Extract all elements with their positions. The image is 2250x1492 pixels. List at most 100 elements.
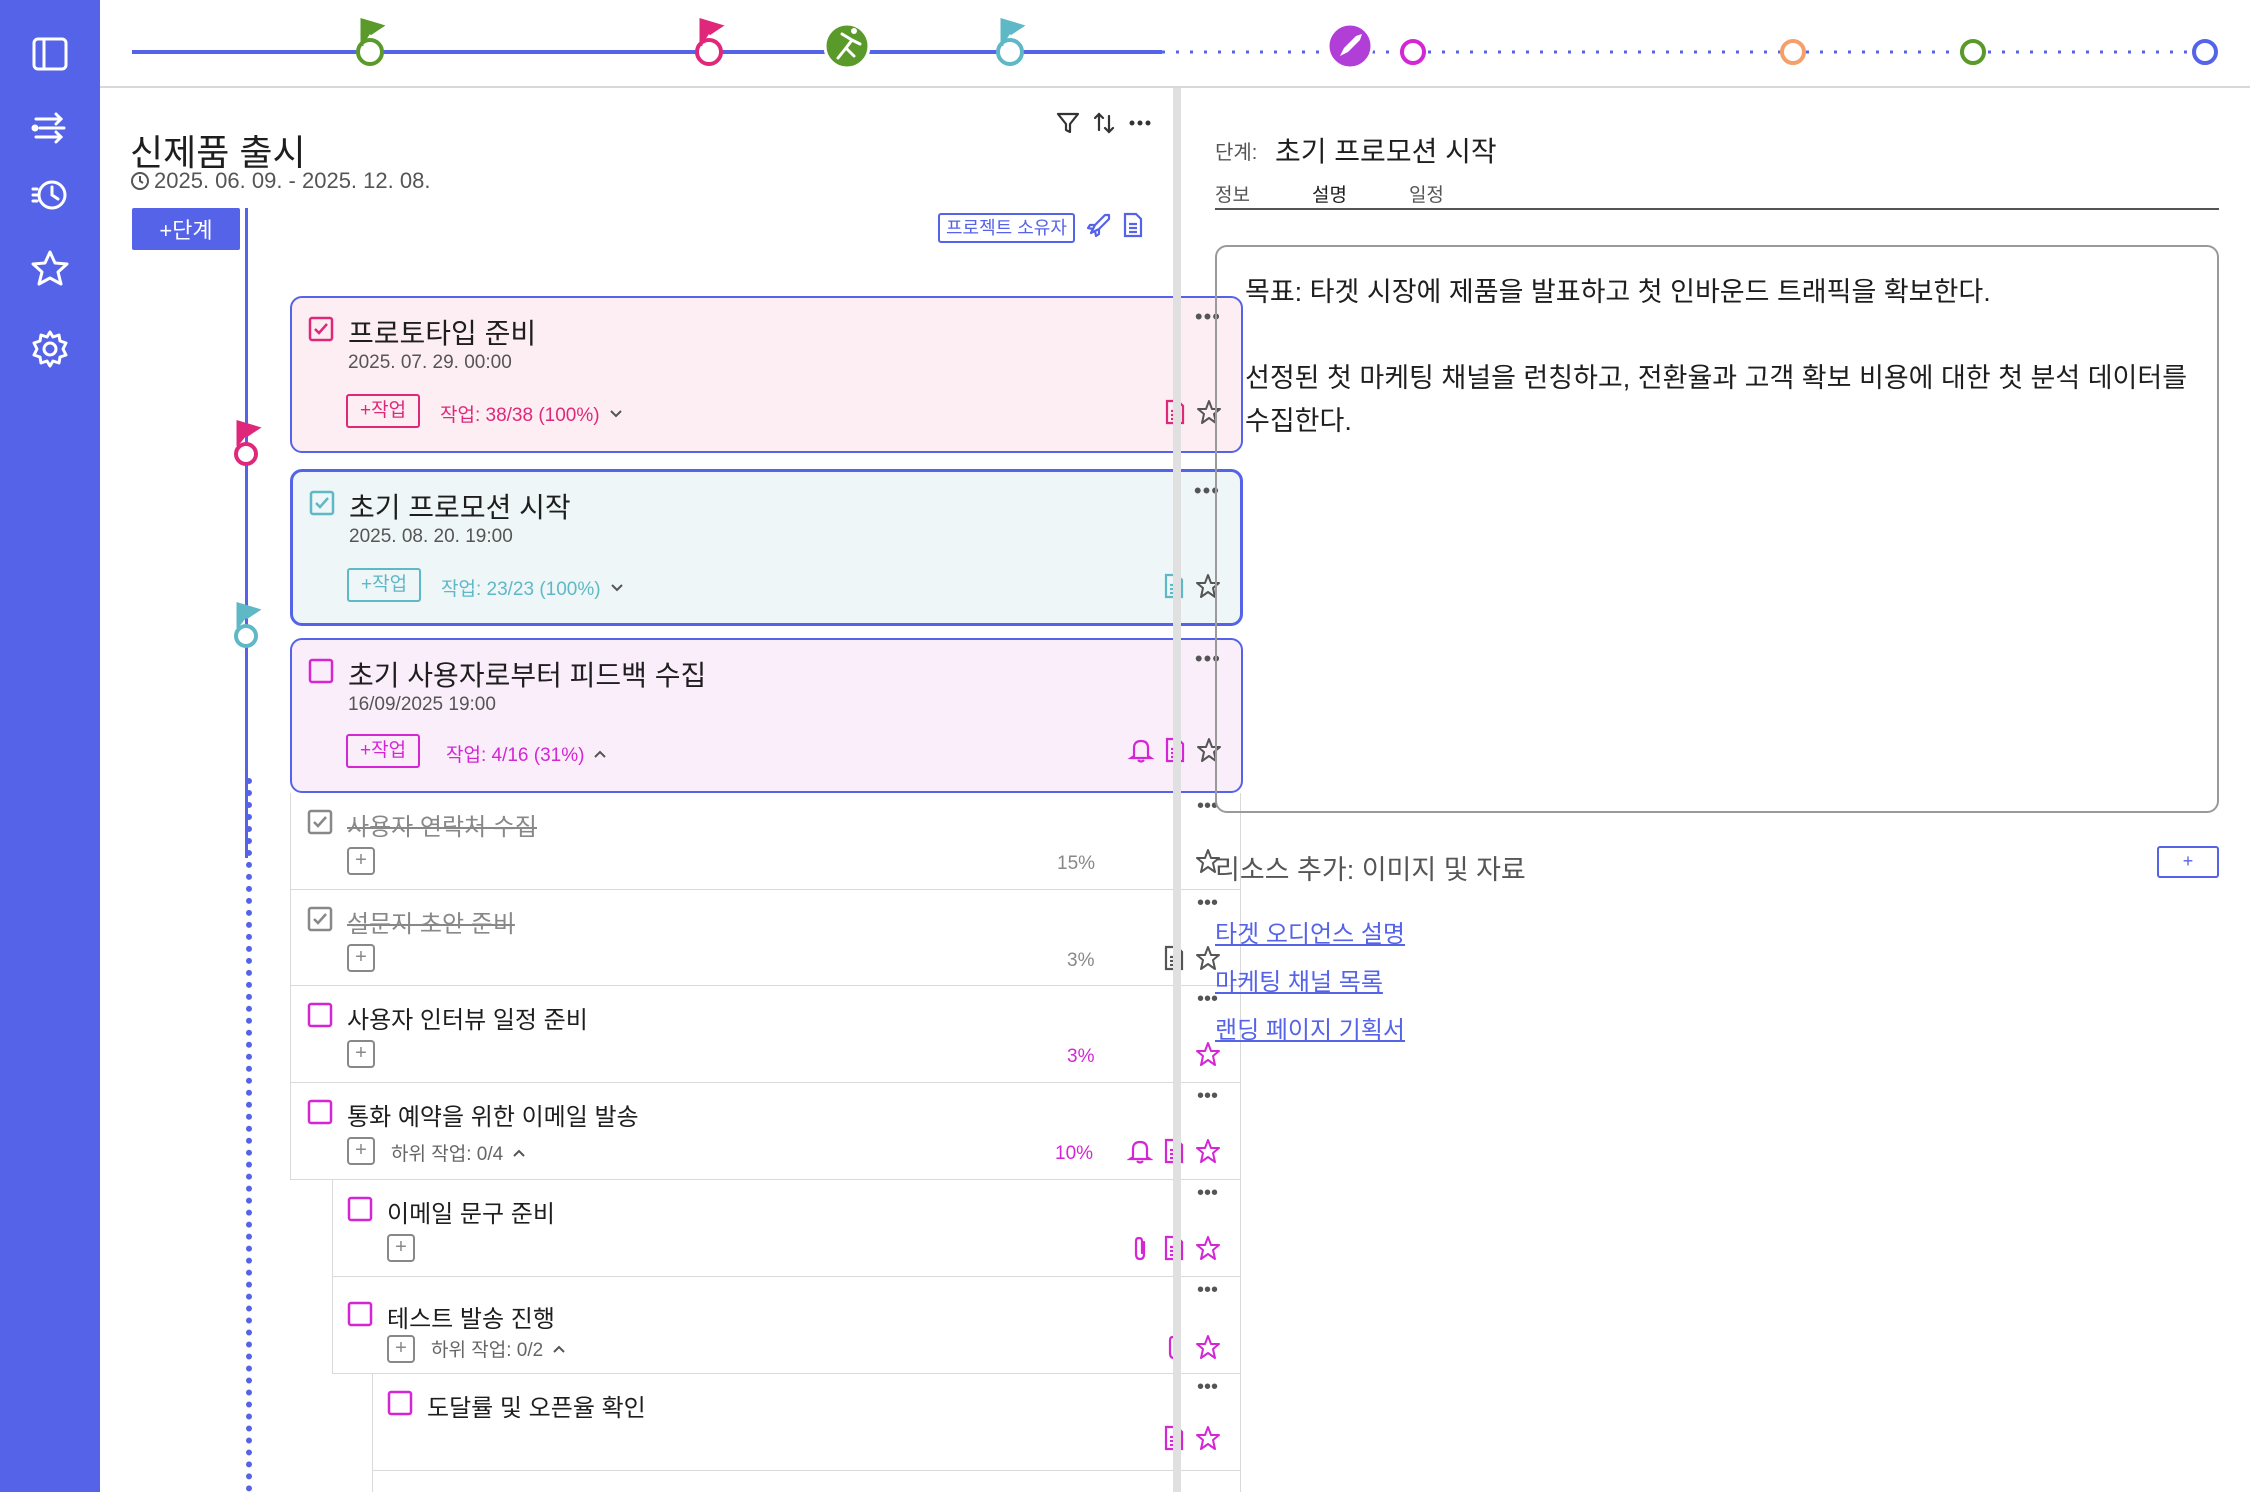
add-subtask-button[interactable]: + (387, 1335, 415, 1363)
subtask-count[interactable]: 하위 작업: 0/4 (391, 1139, 527, 1166)
tab-info[interactable]: 정보 (1215, 180, 1250, 208)
milestone-blue[interactable] (2192, 39, 2218, 65)
chevron-up-icon[interactable] (511, 1145, 527, 1161)
task-percent: 10% (1055, 1143, 1094, 1164)
stage-title[interactable]: 프로토타입 준비 (348, 312, 536, 352)
bell-icon[interactable] (1126, 1137, 1154, 1165)
milestone-green[interactable] (1960, 39, 1986, 65)
task-row[interactable]: 사용자 연락처 수집 ••• + 15% (290, 793, 1241, 890)
task-count[interactable]: 작업: 4/16 (31%) (446, 740, 608, 767)
add-stage-button[interactable]: +단계 (132, 208, 240, 250)
milestone-magenta[interactable] (1400, 39, 1426, 65)
add-task-button[interactable]: +작업 (346, 394, 421, 428)
subtask-row[interactable]: 도달률 및 오픈율 확인 ••• (372, 1374, 1241, 1471)
description-editor[interactable]: 목표: 타겟 시장에 제품을 발표하고 첫 인바운드 트래픽을 확보한다. 선정… (1215, 245, 2219, 813)
filter-icon[interactable] (1055, 110, 1081, 136)
flow-icon[interactable] (28, 106, 72, 150)
checkbox-empty[interactable] (347, 1196, 373, 1222)
chevron-up-icon[interactable] (592, 746, 608, 762)
checkbox-checked[interactable] (307, 809, 333, 835)
add-subtask-button[interactable]: + (347, 944, 375, 972)
project-owner-icons (1085, 211, 1147, 239)
stage-title[interactable]: 초기 프로모션 시작 (349, 486, 571, 526)
task-row[interactable]: 사용자 인터뷰 일정 준비 ••• + 3% (290, 986, 1241, 1083)
stage-connector-dotted (246, 778, 252, 1492)
checkbox-empty[interactable] (347, 1301, 373, 1327)
milestone-runner[interactable] (823, 22, 871, 70)
panel-divider[interactable] (1173, 88, 1181, 1492)
project-date-range: 2025. 06. 09. - 2025. 12. 08. (130, 168, 430, 194)
resource-link[interactable]: 랜딩 페이지 기획서 (1215, 1010, 1405, 1045)
gear-icon[interactable] (28, 327, 72, 371)
checkbox-empty[interactable] (307, 1099, 333, 1125)
checkbox-empty[interactable] (307, 1002, 333, 1028)
paperclip-icon[interactable] (1126, 1234, 1154, 1262)
stage-connector (245, 208, 248, 858)
tab-description[interactable]: 설명 (1312, 180, 1347, 208)
task-percent: 3% (1067, 1046, 1095, 1067)
task-title[interactable]: 테스트 발송 진행 (387, 1299, 555, 1334)
chevron-up-icon[interactable] (551, 1341, 567, 1357)
resource-link[interactable]: 타겟 오디언스 설명 (1215, 914, 1405, 949)
bell-icon[interactable] (1127, 736, 1155, 764)
description-paragraph: 목표: 타겟 시장에 제품을 발표하고 첫 인바운드 트래픽을 확보한다. (1245, 277, 1991, 307)
checkbox-empty[interactable] (308, 658, 334, 684)
resource-link[interactable]: 마케팅 채널 목록 (1215, 962, 1383, 997)
add-subtask-button[interactable]: + (387, 1234, 415, 1262)
more-icon[interactable] (1127, 110, 1153, 136)
add-task-button[interactable]: +작업 (346, 734, 421, 768)
milestone-rocket[interactable] (1326, 22, 1374, 70)
add-subtask-button[interactable]: + (347, 1137, 375, 1165)
panel-icon[interactable] (28, 32, 72, 76)
stage-name: 초기 프로모션 시작 (1275, 136, 1497, 167)
task-count[interactable]: 작업: 38/38 (100%) (440, 400, 624, 427)
subtask-count-text: 하위 작업: 0/4 (391, 1144, 504, 1165)
chevron-down-icon[interactable] (608, 406, 624, 422)
rocket-icon[interactable] (1085, 211, 1113, 239)
subtask-count[interactable]: 하위 작업: 0/2 (431, 1335, 567, 1362)
task-percent: 15% (1057, 853, 1096, 874)
subtask-row[interactable]: 이메일 문구 준비 ••• + (332, 1180, 1241, 1277)
project-owner-tag[interactable]: 프로젝트 소유자 (938, 213, 1075, 243)
document-icon[interactable] (1119, 211, 1147, 239)
milestone-flag-pink[interactable] (695, 17, 725, 66)
sort-icon[interactable] (1091, 110, 1117, 136)
tab-schedule[interactable]: 일정 (1409, 180, 1444, 208)
task-count-text: 작업: 23/23 (100%) (441, 579, 601, 600)
task-title[interactable]: 사용자 연락처 수집 (347, 807, 537, 842)
checkbox-checked[interactable] (307, 906, 333, 932)
checkbox-checked[interactable] (308, 316, 334, 342)
milestone-flag-teal[interactable] (996, 17, 1026, 66)
star-icon[interactable] (28, 246, 72, 290)
checkbox-empty[interactable] (387, 1390, 413, 1416)
flag-marker-teal (234, 601, 262, 648)
task-row[interactable]: 통화 예약을 위한 이메일 발송 ••• + 하위 작업: 0/4 10% (290, 1083, 1241, 1180)
add-subtask-button[interactable]: + (347, 847, 375, 875)
stage-date: 2025. 08. 20. 19:00 (349, 526, 513, 547)
add-resource-button[interactable]: + (2157, 846, 2219, 878)
stage-date: 16/09/2025 19:00 (348, 694, 496, 715)
stage-card-selected[interactable]: 초기 프로모션 시작 2025. 08. 20. 19:00 ••• +작업 작… (290, 469, 1243, 626)
history-icon[interactable] (28, 173, 72, 217)
task-count[interactable]: 작업: 23/23 (100%) (441, 574, 625, 601)
add-subtask-button[interactable]: + (347, 1040, 375, 1068)
task-row[interactable]: 설문지 초안 준비 ••• + 3% (290, 890, 1241, 986)
checkbox-checked[interactable] (309, 490, 335, 516)
task-title[interactable]: 이메일 문구 준비 (387, 1194, 555, 1229)
task-count-text: 작업: 4/16 (31%) (446, 745, 585, 766)
milestone-flag-green[interactable] (356, 17, 386, 66)
subtask-row[interactable]: 테스트 발송 진행 ••• + 하위 작업: 0/2 (332, 1277, 1241, 1374)
task-title[interactable]: 통화 예약을 위한 이메일 발송 (347, 1097, 639, 1132)
milestone-orange[interactable] (1780, 39, 1806, 65)
add-task-button[interactable]: +작업 (347, 568, 422, 602)
description-paragraph: 선정된 첫 마케팅 채널을 런칭하고, 전환율과 고객 확보 비용에 대한 첫 … (1245, 363, 2188, 436)
stage-card[interactable]: 프로토타입 준비 2025. 07. 29. 00:00 ••• +작업 작업:… (290, 296, 1243, 453)
task-title[interactable]: 설문지 초안 준비 (347, 904, 515, 939)
chevron-down-icon[interactable] (609, 580, 625, 596)
subtask-row-partial[interactable] (372, 1471, 1241, 1492)
stage-date: 2025. 07. 29. 00:00 (348, 352, 512, 373)
stage-card[interactable]: 초기 사용자로부터 피드백 수집 16/09/2025 19:00 ••• +작… (290, 638, 1243, 793)
task-title[interactable]: 도달률 및 오픈율 확인 (427, 1388, 646, 1423)
task-title[interactable]: 사용자 인터뷰 일정 준비 (347, 1000, 588, 1035)
stage-title[interactable]: 초기 사용자로부터 피드백 수집 (348, 654, 706, 694)
